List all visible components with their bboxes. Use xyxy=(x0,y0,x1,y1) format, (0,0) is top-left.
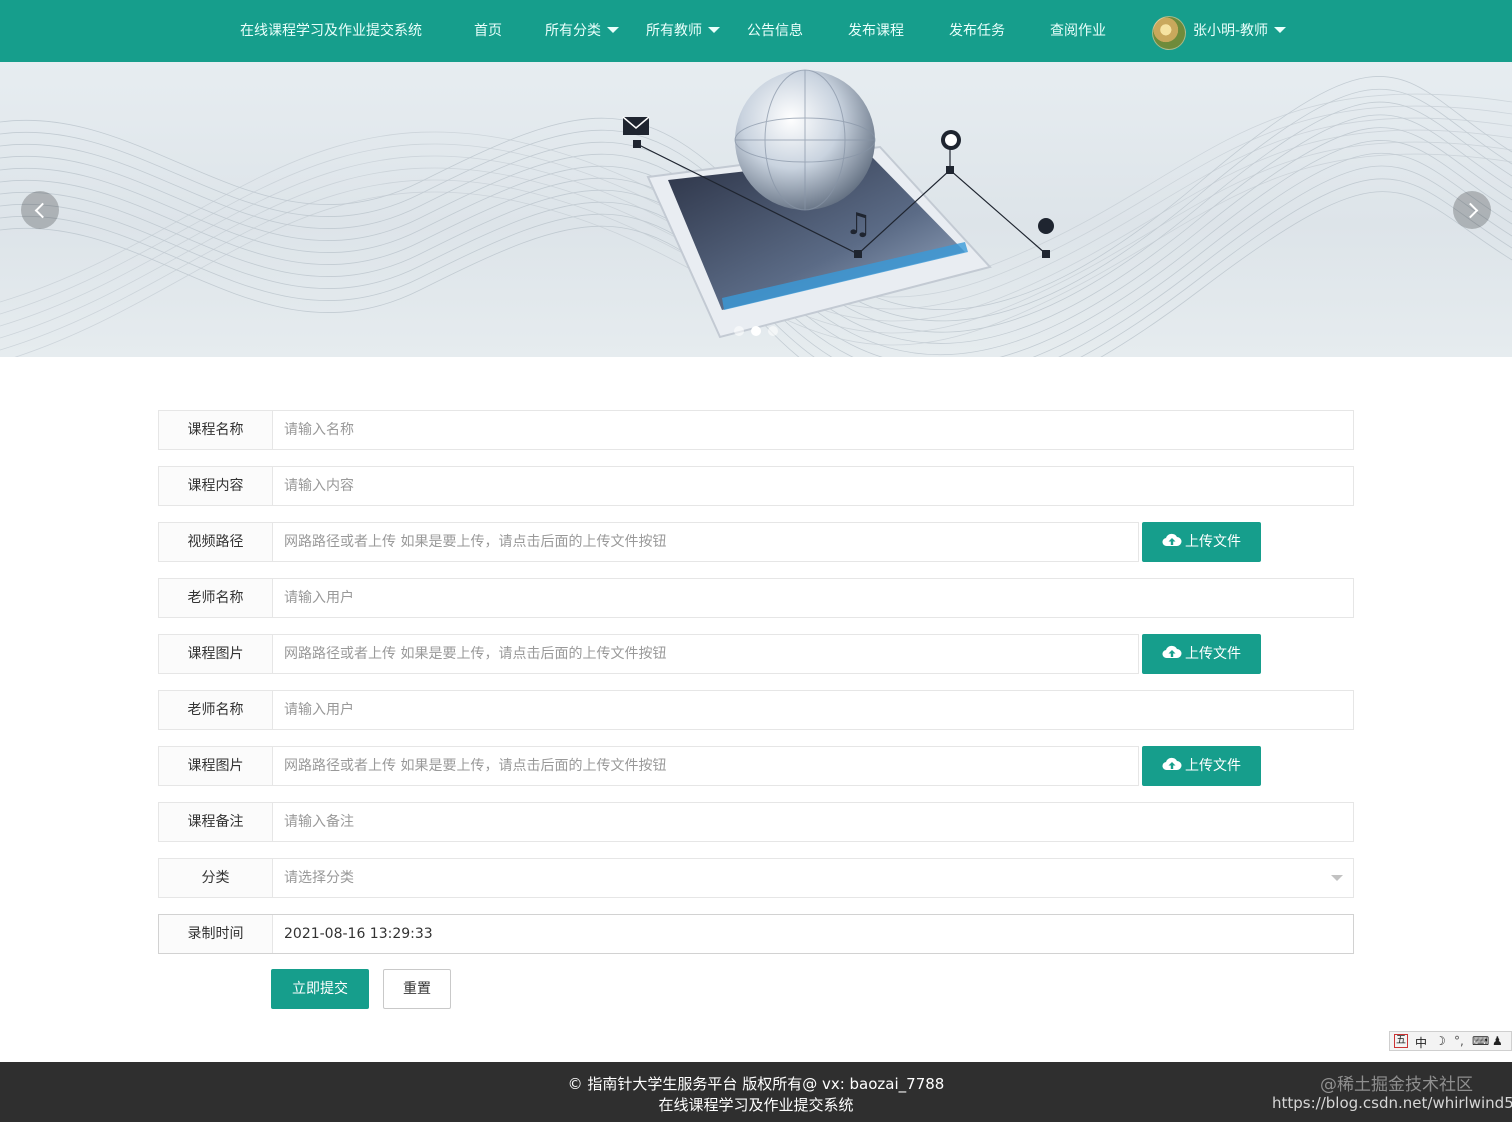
keyboard-icon[interactable]: ⌨ xyxy=(1472,1034,1489,1048)
form-row-course-note: 课程备注 请输入备注 xyxy=(158,802,1354,842)
field-label: 课程图片 xyxy=(159,635,273,673)
field-label: 课程名称 xyxy=(159,411,273,449)
nav-categories[interactable]: 所有分类 xyxy=(545,0,619,62)
form-row-course-image: 课程图片 网路路径或者上传 如果是要上传，请点击后面的上传文件按钮 xyxy=(158,634,1139,674)
nav-announcements[interactable]: 公告信息 xyxy=(747,0,803,62)
user-icon[interactable]: ♟ xyxy=(1492,1034,1503,1048)
cloud-upload-icon xyxy=(1162,645,1182,659)
carousel-dot[interactable] xyxy=(734,326,744,336)
field-label: 课程图片 xyxy=(159,747,273,785)
watermark-url: https://blog.csdn.net/whirlwind526 xyxy=(1272,1094,1512,1112)
field-label: 视频路径 xyxy=(159,523,273,561)
course-name-input[interactable]: 请输入名称 xyxy=(273,411,1353,449)
avatar[interactable] xyxy=(1152,16,1186,50)
moon-icon[interactable]: ☽ xyxy=(1435,1034,1446,1048)
upload-label: 上传文件 xyxy=(1185,534,1241,550)
chevron-down-icon xyxy=(607,27,619,33)
course-image-input-2[interactable]: 网路路径或者上传 如果是要上传，请点击后面的上传文件按钮 xyxy=(273,747,1138,785)
user-name: 张小明-教师 xyxy=(1193,23,1269,39)
watermark-community: @稀土掘金技术社区 xyxy=(1320,1075,1473,1095)
cloud-upload-icon xyxy=(1162,757,1182,771)
svg-text:♫: ♫ xyxy=(845,207,872,242)
field-label: 课程备注 xyxy=(159,803,273,841)
upload-image-button[interactable]: 上传文件 xyxy=(1142,634,1261,674)
upload-label: 上传文件 xyxy=(1185,758,1241,774)
field-label: 老师名称 xyxy=(159,579,273,617)
chevron-down-icon xyxy=(708,27,720,33)
nav-categories-label: 所有分类 xyxy=(545,23,601,39)
footer: © 指南针大学生服务平台 版权所有@ vx: baozai_7788 在线课程学… xyxy=(0,1062,1512,1122)
ime-mode[interactable]: 五 xyxy=(1394,1034,1408,1048)
field-label: 录制时间 xyxy=(159,915,273,953)
upload-image-button-2[interactable]: 上传文件 xyxy=(1142,746,1261,786)
reset-button[interactable]: 重置 xyxy=(383,969,451,1009)
nav-publish-task[interactable]: 发布任务 xyxy=(949,0,1005,62)
form-row-course-name: 课程名称 请输入名称 xyxy=(158,410,1354,450)
upload-label: 上传文件 xyxy=(1185,646,1241,662)
teacher-name-input[interactable]: 请输入用户 xyxy=(273,579,1353,617)
teacher-name-input-2[interactable]: 请输入用户 xyxy=(273,691,1353,729)
video-path-input[interactable]: 网路路径或者上传 如果是要上传，请点击后面的上传文件按钮 xyxy=(273,523,1138,561)
chevron-down-icon xyxy=(1331,875,1343,881)
top-nav: 在线课程学习及作业提交系统 首页 所有分类 所有教师 公告信息 发布课程 发布任… xyxy=(0,0,1512,62)
course-image-input[interactable]: 网路路径或者上传 如果是要上传，请点击后面的上传文件按钮 xyxy=(273,635,1138,673)
form-row-teacher-name-2: 老师名称 请输入用户 xyxy=(158,690,1354,730)
carousel-dot-active[interactable] xyxy=(751,326,761,336)
nav-publish-course[interactable]: 发布课程 xyxy=(848,0,904,62)
form-row-course-image-2: 课程图片 网路路径或者上传 如果是要上传，请点击后面的上传文件按钮 xyxy=(158,746,1139,786)
course-note-input[interactable]: 请输入备注 xyxy=(273,803,1353,841)
form-row-category: 分类 请选择分类 xyxy=(158,858,1354,898)
ime-toolbar[interactable]: 五 中 ☽ °, ⌨ ♟ xyxy=(1389,1031,1512,1051)
record-time-input[interactable]: 2021-08-16 13:29:33 xyxy=(273,915,1353,953)
banner-image: ♫ xyxy=(0,69,1512,357)
field-label: 分类 xyxy=(159,859,273,897)
ime-lang[interactable]: 中 xyxy=(1415,1034,1427,1051)
form-row-video-path: 视频路径 网路路径或者上传 如果是要上传，请点击后面的上传文件按钮 xyxy=(158,522,1139,562)
field-label: 课程内容 xyxy=(159,467,273,505)
nav-review-homework[interactable]: 查阅作业 xyxy=(1050,0,1106,62)
banner-carousel: ♫ xyxy=(0,62,1512,357)
cloud-upload-icon xyxy=(1162,533,1182,547)
form-row-teacher-name: 老师名称 请输入用户 xyxy=(158,578,1354,618)
category-select[interactable]: 请选择分类 xyxy=(273,859,1353,897)
punctuation-icon[interactable]: °, xyxy=(1454,1034,1464,1048)
carousel-dot[interactable] xyxy=(768,326,778,336)
nav-home[interactable]: 首页 xyxy=(474,0,502,62)
chevron-down-icon xyxy=(1274,27,1287,33)
user-menu[interactable]: 张小明-教师 xyxy=(1193,0,1287,62)
course-content-input[interactable]: 请输入内容 xyxy=(273,467,1353,505)
field-label: 老师名称 xyxy=(159,691,273,729)
nav-teachers-label: 所有教师 xyxy=(646,23,702,39)
carousel-prev-button[interactable] xyxy=(21,191,59,229)
nav-teachers[interactable]: 所有教师 xyxy=(646,0,720,62)
submit-button[interactable]: 立即提交 xyxy=(271,969,369,1009)
carousel-next-button[interactable] xyxy=(1453,191,1491,229)
form-row-record-time: 录制时间 2021-08-16 13:29:33 xyxy=(158,914,1354,954)
form-row-course-content: 课程内容 请输入内容 xyxy=(158,466,1354,506)
footer-copyright: © 指南针大学生服务平台 版权所有@ vx: baozai_7788 xyxy=(567,1075,945,1093)
nav-brand[interactable]: 在线课程学习及作业提交系统 xyxy=(240,0,422,62)
upload-video-button[interactable]: 上传文件 xyxy=(1142,522,1261,562)
